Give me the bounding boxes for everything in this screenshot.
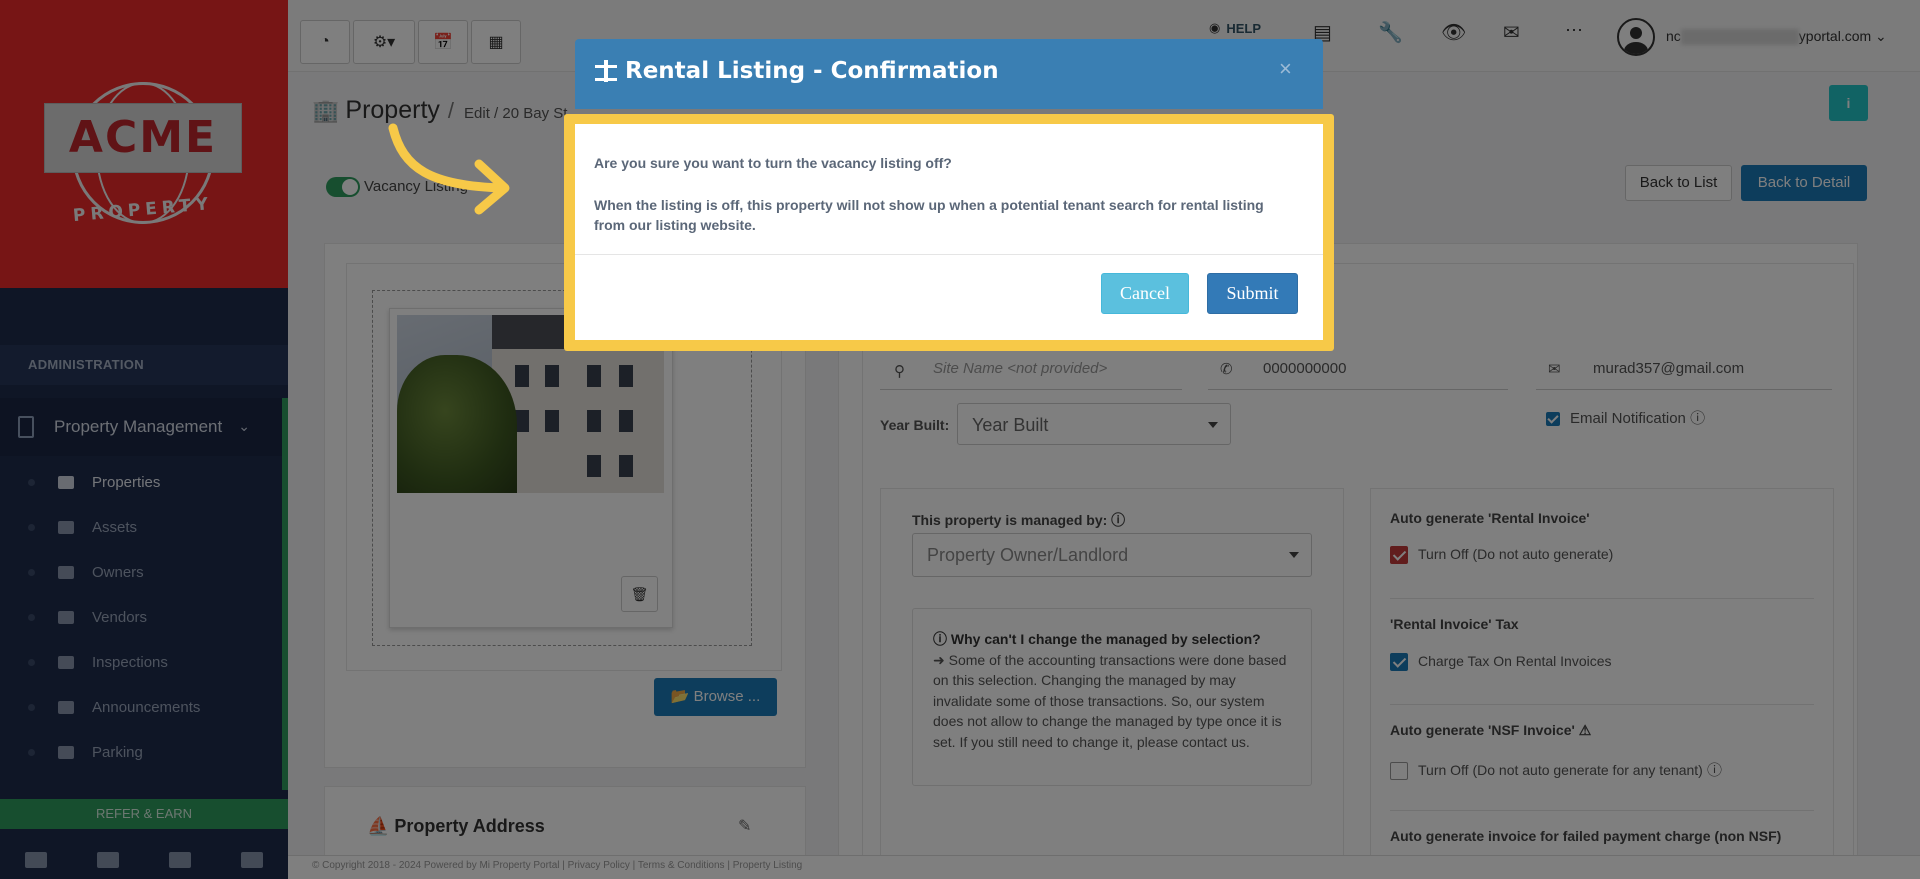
modal-title: Rental Listing - Confirmation [595,58,999,84]
modal-title-text: Rental Listing - Confirmation [625,58,999,84]
cancel-button[interactable]: Cancel [1101,273,1189,314]
modal-question: Are you sure you want to turn the vacanc… [594,155,952,171]
close-icon[interactable]: × [1279,56,1292,82]
signpost-icon [595,60,617,82]
modal-footer-divider [575,254,1323,255]
pointer-arrow-icon [388,123,510,215]
submit-button[interactable]: Submit [1207,273,1298,314]
modal-explanation: When the listing is off, this property w… [594,197,1264,233]
